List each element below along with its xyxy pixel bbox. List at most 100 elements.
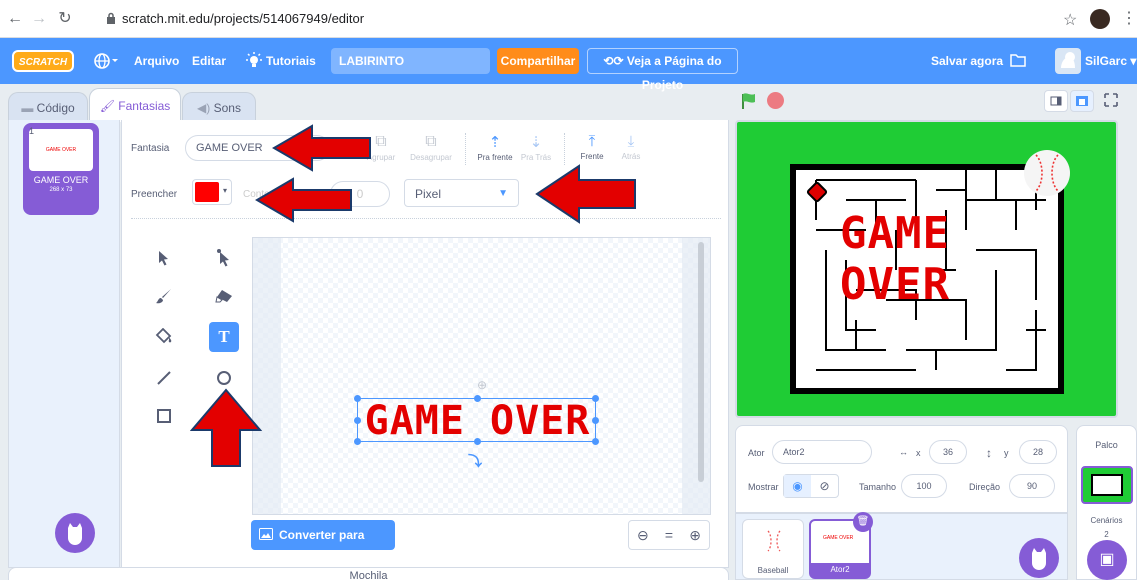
tab-sounds[interactable]: ◀) Sons xyxy=(182,92,256,122)
eraser-tool[interactable] xyxy=(210,282,238,310)
resize-handle[interactable] xyxy=(354,438,361,445)
menu-tutorials[interactable]: Tutoriais xyxy=(266,38,316,84)
backward-icon: ⇣ xyxy=(529,134,543,151)
resize-handle[interactable] xyxy=(592,438,599,445)
add-backdrop-button[interactable]: ▣ xyxy=(1087,540,1127,580)
paint-canvas[interactable]: ⊕ GAME OVER ⤵ xyxy=(252,237,711,515)
kebab-menu-icon[interactable]: ⋮ xyxy=(1121,8,1137,28)
browser-toolbar: ← → ↻ scratch.mit.edu/projects/514067949… xyxy=(0,0,1137,38)
user-menu[interactable]: SilGarc ▾ xyxy=(1085,38,1136,84)
line-tool[interactable] xyxy=(150,364,178,392)
chevron-down-icon: ▼ xyxy=(498,188,508,199)
resize-handle[interactable] xyxy=(474,438,481,445)
reshape-tool[interactable] xyxy=(210,244,238,272)
stop-icon[interactable] xyxy=(767,92,784,109)
back-arrow-icon[interactable]: ← xyxy=(6,10,24,28)
canvas-vertical-scrollbar[interactable] xyxy=(698,242,704,482)
image-add-icon: ▣ xyxy=(1099,551,1115,568)
x-input[interactable]: 36 xyxy=(929,440,967,464)
project-title-input[interactable]: LABIRINTO xyxy=(331,48,490,74)
fill-caret-icon: ▾ xyxy=(223,186,228,195)
cat-add-icon xyxy=(1019,538,1059,578)
trash-icon[interactable]: 🗑 xyxy=(853,512,873,532)
add-sprite-button[interactable] xyxy=(1019,538,1059,578)
zoom-reset-button[interactable]: = xyxy=(665,527,673,543)
menu-edit[interactable]: Editar xyxy=(192,38,226,84)
backpack-panel[interactable]: Mochila xyxy=(8,567,729,580)
resize-handle[interactable] xyxy=(474,395,481,402)
tab-costumes[interactable]: 🖌 Fantasias xyxy=(89,88,181,122)
share-button[interactable]: Compartilhar xyxy=(497,48,579,74)
ungroup-button[interactable]: ⧉ Desagrupar xyxy=(406,133,456,162)
cat-add-icon xyxy=(55,513,95,553)
resize-handle[interactable] xyxy=(592,395,599,402)
stage-thumbnail[interactable] xyxy=(1081,466,1133,504)
costume-tile[interactable]: GAME OVER 1 GAME OVER 268 x 73 xyxy=(23,123,99,215)
selection-box[interactable]: GAME OVER ⤵ xyxy=(354,395,599,469)
sprite-name-input[interactable]: Ator2 xyxy=(772,440,872,464)
small-stage-button[interactable] xyxy=(1044,90,1068,112)
annotation-arrow-left xyxy=(272,123,372,173)
ungroup-icon: ⧉ xyxy=(425,133,437,150)
green-flag-icon[interactable] xyxy=(740,92,758,110)
scratch-menu-bar: SCRATCH Arquivo Editar Tutoriais LABIRIN… xyxy=(0,38,1137,92)
see-project-page-button[interactable]: ⟲⟳ Veja a Página do Projeto xyxy=(587,48,738,92)
remix-arrows-icon: ⟲⟳ xyxy=(603,54,627,68)
fill-color-picker[interactable]: ▾ xyxy=(192,179,232,205)
folder-icon[interactable] xyxy=(1010,53,1026,67)
rectangle-tool[interactable] xyxy=(150,402,178,430)
profile-avatar[interactable] xyxy=(1090,9,1110,29)
sprite-thumb: GAME OVER xyxy=(823,535,854,541)
size-input[interactable]: 100 xyxy=(901,474,947,498)
convert-to-bitmap-button[interactable]: Converter para Bitmap xyxy=(251,520,395,572)
resize-handle[interactable] xyxy=(592,417,599,424)
save-now-link[interactable]: Salvar agora xyxy=(931,38,1003,84)
globe-icon[interactable] xyxy=(94,52,118,70)
resize-handle[interactable] xyxy=(354,417,361,424)
star-icon[interactable]: ☆ xyxy=(1063,10,1077,30)
fullscreen-icon[interactable] xyxy=(1100,90,1124,112)
direction-input[interactable]: 90 xyxy=(1009,474,1055,498)
stage[interactable]: GAME OVER xyxy=(735,120,1118,418)
backward-button[interactable]: ⇣ Pra Trás xyxy=(511,133,561,162)
url-field[interactable]: scratch.mit.edu/projects/514067949/edito… xyxy=(122,11,364,26)
normal-stage-button[interactable] xyxy=(1070,90,1094,112)
eye-hidden-icon[interactable]: ⊘ xyxy=(811,475,838,497)
sprite-name: Baseball xyxy=(757,566,789,575)
rectangle-icon xyxy=(156,408,172,424)
user-name: SilGarc xyxy=(1085,54,1128,68)
front-icon: ⤒ xyxy=(588,133,596,150)
canvas-game-over-text[interactable]: GAME OVER xyxy=(358,399,597,443)
scratch-logo[interactable]: SCRATCH xyxy=(12,50,74,72)
stage-panel-title: Palco xyxy=(1095,440,1118,450)
reload-icon[interactable]: ↻ xyxy=(56,10,74,28)
annotation-arrow-up xyxy=(190,388,262,468)
stage-target-panel[interactable]: Palco Cenários 2 ▣ xyxy=(1076,425,1137,580)
forward-arrow-icon[interactable]: → xyxy=(30,10,48,28)
backward-label: Pra Trás xyxy=(520,153,552,162)
font-dropdown[interactable]: Pixel ▼ xyxy=(404,179,519,207)
canvas-margin-left xyxy=(253,238,281,514)
rotate-handle-icon[interactable]: ⤵ xyxy=(468,451,482,471)
user-avatar[interactable] xyxy=(1055,48,1081,74)
zoom-in-icon[interactable]: ⊕ xyxy=(689,527,701,544)
maze-thumb-icon xyxy=(1091,474,1123,496)
y-input[interactable]: 28 xyxy=(1019,440,1057,464)
baseball-thumb-icon xyxy=(761,528,787,554)
resize-handle[interactable] xyxy=(354,395,361,402)
zoom-out-icon[interactable]: ⊖ xyxy=(637,527,649,544)
tab-code[interactable]: ▬ Código xyxy=(8,92,88,122)
sprite-tile-baseball[interactable]: Baseball xyxy=(742,519,804,579)
select-tool[interactable] xyxy=(150,244,178,272)
menu-file[interactable]: Arquivo xyxy=(134,38,179,84)
stage-game-over-text: GAME OVER xyxy=(840,208,950,310)
back-button[interactable]: ⤓ Atrás xyxy=(606,133,656,161)
fill-tool[interactable] xyxy=(150,322,178,350)
text-tool[interactable]: T xyxy=(209,322,239,352)
add-costume-button[interactable] xyxy=(55,513,95,553)
circle-icon xyxy=(216,370,232,386)
brush-tool[interactable] xyxy=(150,282,178,310)
paint-bucket-icon xyxy=(155,328,173,344)
see-project-page-label: Veja a Página do Projeto xyxy=(626,54,722,92)
eye-icon[interactable]: ◉ xyxy=(784,475,811,497)
